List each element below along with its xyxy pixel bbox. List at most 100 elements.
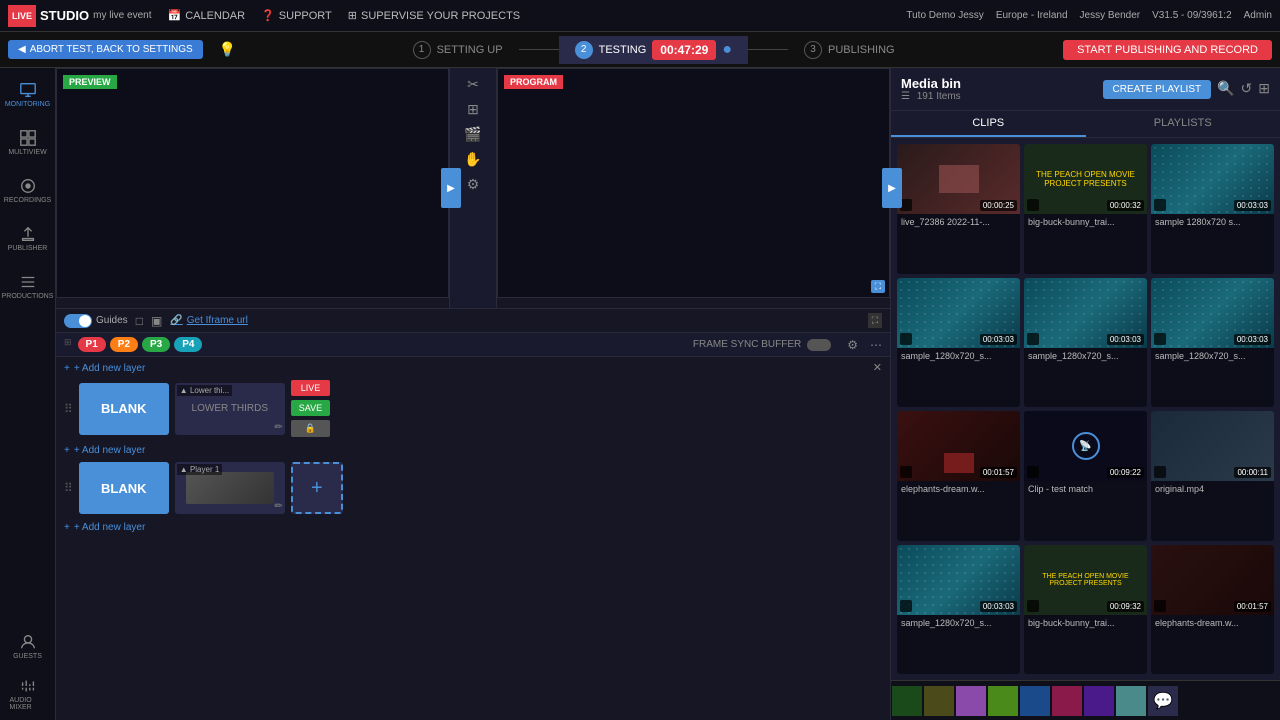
media-item[interactable]: 00:03:03 sample_1280x720_s...	[1024, 278, 1147, 408]
program-section: PROGRAM ⛶ ▶	[497, 68, 890, 308]
steps-container: 1 SETTING UP 2 TESTING 00:47:29 ● 3 PUBL…	[252, 36, 1055, 64]
back-icon: ◀	[18, 44, 26, 55]
bus-p4-button[interactable]: P4	[174, 337, 202, 352]
media-duration: 00:03:03	[980, 601, 1017, 612]
media-name: sample_1280x720_s...	[1151, 348, 1274, 364]
preview-nav-arrow[interactable]: ▶	[441, 168, 461, 208]
grid-view-icon[interactable]: ⊞	[1258, 80, 1270, 99]
guides-toggle-switch[interactable]	[64, 314, 92, 328]
step3-number: 3	[804, 41, 822, 59]
nav-right: Tuto Demo Jessy Europe - Ireland Jessy B…	[906, 10, 1272, 21]
media-tabs: CLIPS PLAYLISTS	[891, 111, 1280, 138]
lower-thirds-edit-icon[interactable]: ✏	[274, 422, 282, 433]
media-item[interactable]: 00:03:03 sample_1280x720_s...	[1151, 278, 1274, 408]
media-item[interactable]: 00:03:03 sample_1280x720_s...	[897, 545, 1020, 675]
lightbulb-icon: 💡	[219, 41, 236, 58]
frame-sync-toggle[interactable]	[807, 339, 831, 351]
monitor-icon[interactable]: ▣	[151, 314, 162, 328]
region-label[interactable]: Europe - Ireland	[996, 10, 1068, 21]
add-layer-1-button[interactable]: + + Add new layer	[64, 363, 882, 374]
media-item[interactable]: 00:00:25 live_72386 2022-11-...	[897, 144, 1020, 274]
sidebar-item-guests[interactable]: GUESTS	[10, 628, 46, 664]
media-item[interactable]: THE PEACH OPEN MOVIE PROJECT PRESENTS 00…	[1024, 545, 1147, 675]
guides-toggle[interactable]: Guides	[64, 314, 128, 328]
frame-sync-settings-icon[interactable]: ⚙	[847, 338, 858, 352]
tool-settings-icon[interactable]: ⚙	[467, 176, 480, 193]
media-thumb: 00:03:03	[897, 278, 1020, 348]
back-to-settings-button[interactable]: ◀ ABORT TEST, BACK TO SETTINGS	[8, 40, 203, 59]
media-bin-actions: CREATE PLAYLIST 🔍 ↺ ⊞	[1103, 80, 1270, 99]
program-nav-arrow[interactable]: ▶	[882, 168, 902, 208]
media-bin-title: Media bin	[901, 76, 961, 91]
add-layer-2-button[interactable]: + + Add new layer	[64, 445, 882, 456]
blank-layer-card-2[interactable]: BLANK	[79, 462, 169, 514]
drag-handle-icon[interactable]: ⠿	[64, 402, 73, 416]
frame-sync-expand-icon[interactable]: ⋯	[870, 338, 882, 352]
filmstrip-item	[1084, 686, 1114, 716]
bus-buttons: ⊞ P1 P2 P3 P4	[64, 337, 202, 352]
workspace-label[interactable]: Tuto Demo Jessy	[906, 10, 983, 21]
sidebar-item-productions[interactable]: PRODUCTIONS	[10, 268, 46, 304]
bus-p3-button[interactable]: P3	[142, 337, 170, 352]
tool-hand-icon[interactable]: ✋	[464, 151, 481, 168]
nav-calendar[interactable]: 📅 CALENDAR	[167, 9, 245, 22]
refresh-icon[interactable]: ↺	[1241, 80, 1253, 99]
media-duration: 00:00:25	[980, 200, 1017, 211]
media-duration: 00:09:22	[1107, 467, 1144, 478]
bus-p1-button[interactable]: P1	[78, 337, 106, 352]
tab-clips[interactable]: CLIPS	[891, 111, 1086, 137]
create-playlist-button[interactable]: CREATE PLAYLIST	[1103, 80, 1212, 99]
tool-media-icon[interactable]: 🎬	[464, 126, 481, 143]
tool-cut-icon[interactable]: ✂	[467, 76, 479, 93]
thumb-preview	[939, 165, 979, 193]
lower-thirds-layer-card[interactable]: LOWER THIRDS ▲ Lower thi... ✏	[175, 383, 285, 435]
nav-support[interactable]: ❓ SUPPORT	[261, 9, 332, 22]
media-check	[900, 333, 912, 345]
audio-mixer-icon	[19, 677, 37, 695]
sidebar-item-multiview[interactable]: MULTIVIEW	[10, 124, 46, 160]
media-thumb: 📡 00:09:22	[1024, 411, 1147, 481]
media-item[interactable]: 00:03:03 sample 1280x720 s...	[1151, 144, 1274, 274]
thumb-detail	[944, 453, 974, 473]
get-iframe-link[interactable]: 🔗 Get Iframe url	[170, 315, 248, 326]
layer1-live-button[interactable]: LIVE	[291, 380, 330, 396]
media-item[interactable]: 00:01:57 elephants-dream.w...	[1151, 545, 1274, 675]
media-duration: 00:03:03	[980, 334, 1017, 345]
add-layer-3-plus-icon: +	[64, 522, 70, 533]
fullscreen-icon[interactable]: ⛶	[871, 280, 885, 293]
filmstrip-item	[988, 686, 1018, 716]
tool-grid-icon[interactable]: ⊞	[467, 101, 479, 118]
preview-small-icon[interactable]: □	[136, 314, 143, 328]
user-label: Jessy Bender	[1080, 10, 1141, 21]
filmstrip-item	[924, 686, 954, 716]
player-edit-icon[interactable]: ✏	[274, 501, 282, 512]
link-icon: 🔗	[170, 315, 182, 326]
sidebar-item-audio-mixer[interactable]: AUDIO MIXER	[10, 676, 46, 712]
media-item[interactable]: 00:00:11 original.mp4	[1151, 411, 1274, 541]
search-icon[interactable]: 🔍	[1217, 80, 1234, 99]
media-item[interactable]: THE PEACH OPEN MOVIE PROJECT PRESENTS 00…	[1024, 144, 1147, 274]
media-item[interactable]: 📡 00:09:22 Clip - test match	[1024, 411, 1147, 541]
media-item[interactable]: 00:03:03 sample_1280x720_s...	[897, 278, 1020, 408]
media-thumb: 00:00:25	[897, 144, 1020, 214]
start-publishing-button[interactable]: START PUBLISHING AND RECORD	[1063, 40, 1272, 60]
sidebar-item-recordings[interactable]: RECORDINGS	[10, 172, 46, 208]
sidebar-item-monitoring[interactable]: MONITORING	[10, 76, 46, 112]
media-check	[1027, 466, 1039, 478]
tab-playlists[interactable]: PLAYLISTS	[1086, 111, 1280, 137]
drag-handle-2-icon[interactable]: ⠿	[64, 481, 73, 495]
blank-layer-card-1[interactable]: BLANK	[79, 383, 169, 435]
layer1-save-button[interactable]: SAVE	[291, 400, 330, 416]
bus-p2-button[interactable]: P2	[110, 337, 138, 352]
add-source-button[interactable]: +	[291, 462, 343, 514]
add-layer-3-button[interactable]: + + Add new layer	[64, 522, 882, 533]
recordings-icon	[19, 177, 37, 195]
layer1-lock-button[interactable]: 🔒	[291, 420, 330, 437]
media-bin-title-area: Media bin ☰ 191 Items	[901, 76, 961, 102]
layers-close-icon[interactable]: ✕	[873, 361, 882, 374]
nav-supervise[interactable]: ⊞ SUPERVISE YOUR PROJECTS	[348, 9, 520, 22]
media-item[interactable]: 00:01:57 elephants-dream.w...	[897, 411, 1020, 541]
fullscreen-button[interactable]: ⛶	[868, 313, 882, 328]
sidebar-item-publisher[interactable]: PUBLISHER	[10, 220, 46, 256]
player-layer-card[interactable]: ▲ Player 1 ✏	[175, 462, 285, 514]
